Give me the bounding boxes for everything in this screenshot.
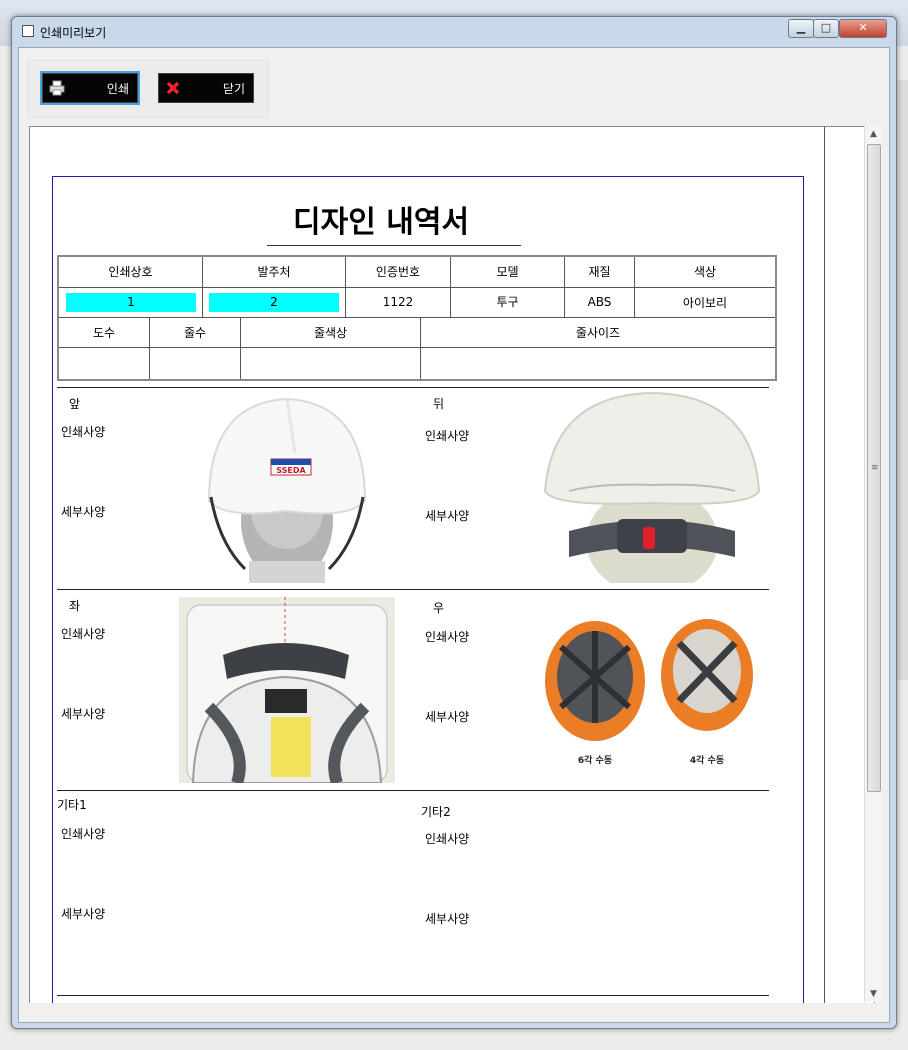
print-spec-label: 인쇄사양 <box>61 827 106 841</box>
front-label: 앞 <box>69 397 81 411</box>
back-label: 뒤 <box>433 397 445 411</box>
detail-spec-label: 세부사양 <box>61 907 106 921</box>
value-cell <box>421 348 775 379</box>
header-cell: 색상 <box>635 257 775 288</box>
scroll-up-arrow-icon[interactable]: ▲ <box>865 126 882 142</box>
print-button-label: 인쇄 <box>106 82 129 96</box>
window-icon <box>22 25 34 37</box>
close-window-button[interactable]: ✕ <box>839 19 887 38</box>
close-icon <box>166 81 180 95</box>
header-cell: 인증번호 <box>346 257 451 288</box>
minimize-button[interactable]: ▁ <box>788 19 814 38</box>
spec-table: 인쇄상호 발주처 인증번호 모델 재질 색상 1 2 1122 투구 ABS 아… <box>57 255 777 381</box>
header-cell: 모델 <box>451 257 565 288</box>
detail-spec-label: 세부사양 <box>425 912 470 926</box>
title-underline <box>267 245 521 246</box>
helmet-suspension-photo: 6각 수동 4각 수동 <box>537 609 763 779</box>
detail-spec-label: 세부사양 <box>61 707 106 721</box>
value-highlight: 1 <box>66 293 196 312</box>
left-label: 좌 <box>69 599 81 613</box>
print-spec-label: 인쇄사양 <box>425 429 470 443</box>
header-cell: 인쇄상호 <box>59 257 203 288</box>
helmet-back-photo <box>539 391 765 583</box>
section-divider <box>57 995 769 996</box>
close-button[interactable]: 닫기 <box>158 73 254 103</box>
etc2-label: 기타2 <box>421 805 451 819</box>
print-spec-label: 인쇄사양 <box>425 832 470 846</box>
vertical-scrollbar[interactable]: ▲ ≡ ▼ <box>864 126 882 1002</box>
scrollbar-thumb[interactable]: ≡ <box>867 144 881 792</box>
header-cell: 도수 <box>59 318 150 348</box>
value-cell: 아이보리 <box>635 288 775 318</box>
etc1-label: 기타1 <box>57 798 87 812</box>
value-cell: 1122 <box>346 288 451 318</box>
maximize-button[interactable]: □ <box>813 19 839 38</box>
window-client-area: 인쇄 닫기 디자인 내역서 인쇄상호 발주처 인증번호 모델 재질 색상 1 2… <box>18 47 890 1023</box>
caption-6-point: 6각 수동 <box>578 754 612 766</box>
scroll-down-arrow-icon[interactable]: ▼ <box>865 986 882 1002</box>
page-edge <box>824 127 825 1003</box>
window-title: 인쇄미리보기 <box>40 26 107 40</box>
print-button[interactable]: 인쇄 <box>40 71 140 105</box>
detail-spec-label: 세부사양 <box>425 509 470 523</box>
value-cell <box>150 348 241 379</box>
print-spec-label: 인쇄사양 <box>61 425 106 439</box>
toolbar: 인쇄 닫기 <box>27 60 269 118</box>
print-spec-label: 인쇄사양 <box>425 630 470 644</box>
value-cell: 투구 <box>451 288 565 318</box>
section-divider <box>57 589 769 590</box>
preview-viewport[interactable]: 디자인 내역서 인쇄상호 발주처 인증번호 모델 재질 색상 1 2 1122 … <box>29 126 875 1003</box>
section-divider <box>57 790 769 791</box>
detail-spec-label: 세부사양 <box>425 710 470 724</box>
value-cell: 2 <box>203 288 346 318</box>
value-cell: ABS <box>565 288 635 318</box>
print-spec-label: 인쇄사양 <box>61 627 106 641</box>
title-bar[interactable]: 인쇄미리보기 ▁ □ ✕ <box>12 17 896 47</box>
value-cell: 1 <box>59 288 203 318</box>
header-cell: 줄수 <box>150 318 241 348</box>
right-label: 우 <box>433 601 445 615</box>
detail-spec-label: 세부사양 <box>61 505 106 519</box>
header-cell: 줄사이즈 <box>421 318 775 348</box>
section-divider <box>57 387 769 388</box>
close-button-label: 닫기 <box>222 82 245 96</box>
helmet-front-photo: SSEDA <box>199 393 373 583</box>
value-cell <box>59 348 150 379</box>
helmet-logo-text: SSEDA <box>276 466 306 475</box>
header-cell: 재질 <box>565 257 635 288</box>
printer-icon <box>49 80 65 96</box>
value-highlight: 2 <box>209 293 339 312</box>
helmet-inner-photo <box>179 597 395 783</box>
caption-4-point: 4각 수동 <box>690 754 724 766</box>
value-cell <box>241 348 421 379</box>
header-cell: 발주처 <box>203 257 346 288</box>
scrollbar-grip-icon: ≡ <box>871 463 879 473</box>
document-title: 디자인 내역서 <box>293 205 470 240</box>
document-page: 디자인 내역서 인쇄상호 발주처 인증번호 모델 재질 색상 1 2 1122 … <box>52 176 804 1003</box>
print-preview-window: 인쇄미리보기 ▁ □ ✕ 인쇄 닫기 디자인 내역서 인쇄상호 발주처 인증번호… <box>11 16 897 1029</box>
header-cell: 줄색상 <box>241 318 421 348</box>
